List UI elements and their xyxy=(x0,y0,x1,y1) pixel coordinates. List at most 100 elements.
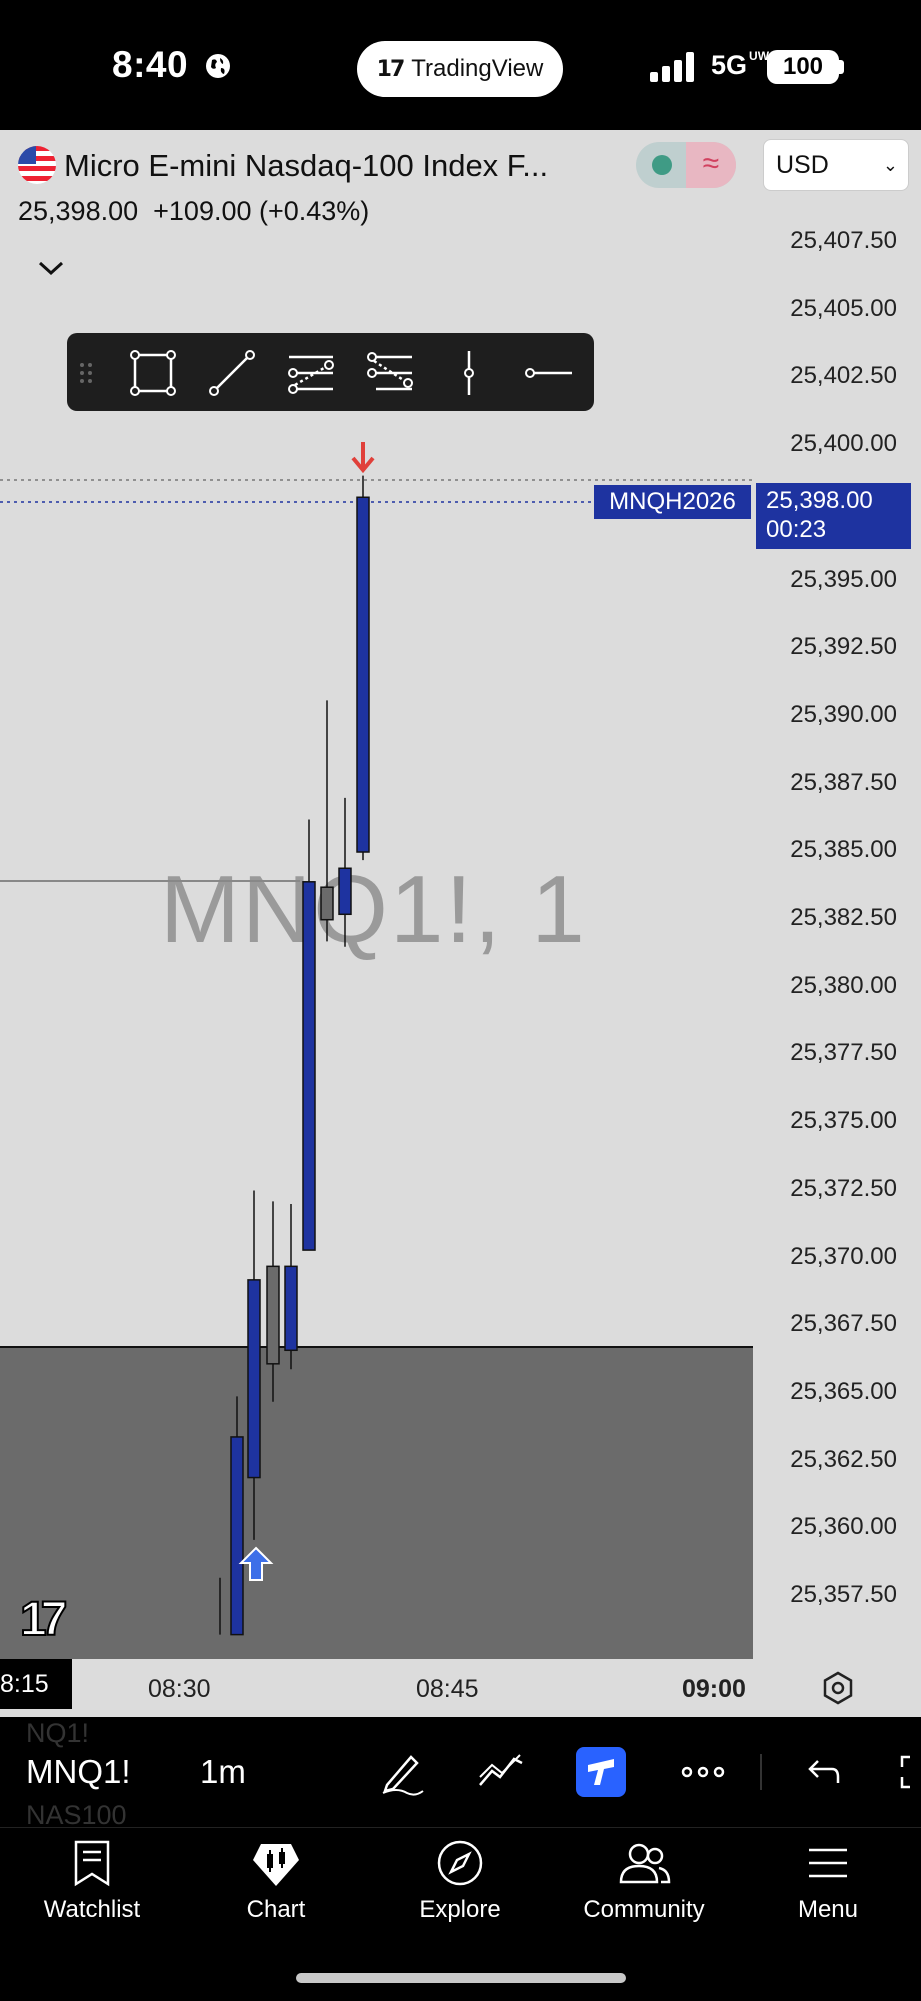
nav-label: Menu xyxy=(797,1896,859,1923)
horizontal-ray-icon[interactable] xyxy=(522,347,574,399)
nav-watchlist[interactable]: Watchlist xyxy=(2,1838,182,1924)
network-type: 5G UW xyxy=(711,49,770,81)
last-price: 25,398.00 xyxy=(18,196,139,226)
price-tick: 25,402.50 xyxy=(790,362,897,390)
candle-body xyxy=(230,1436,244,1636)
price-tick: 25,365.00 xyxy=(790,1377,897,1405)
price-tick: 25,370.00 xyxy=(790,1242,897,1270)
fullscreen-icon[interactable] xyxy=(896,1747,921,1797)
home-indicator xyxy=(296,1973,626,1983)
price-tick: 25,392.50 xyxy=(790,633,897,661)
nav-explore[interactable]: Explore xyxy=(370,1838,550,1924)
candles xyxy=(219,475,370,1636)
contract-price-label: MNQH2026 xyxy=(594,485,751,519)
app-pill-label: TradingView xyxy=(411,55,544,82)
quote-line: 25,398.00 +109.00 (+0.43%) xyxy=(18,196,369,227)
price-tick: 25,375.00 xyxy=(790,1107,897,1135)
clock: 8:40 xyxy=(112,44,189,85)
candle-body xyxy=(320,886,334,921)
network-label: 5G xyxy=(711,50,748,80)
current-price-label: 25,398.00 00:23 xyxy=(756,483,911,549)
currency-value: USD xyxy=(776,151,829,179)
price-tick: 25,407.50 xyxy=(790,227,897,254)
market-status-pill[interactable]: ≈ xyxy=(636,142,736,188)
price-tick: 25,405.00 xyxy=(790,294,897,322)
price-tick: 25,390.00 xyxy=(790,700,897,728)
battery-indicator: 100 xyxy=(767,50,839,84)
ghost-symbol-above: NQ1! xyxy=(26,1718,90,1748)
sell-arrow-icon xyxy=(351,442,375,474)
tradingview-logo-icon: 𝟭𝟳 xyxy=(376,56,406,81)
menu-icon xyxy=(809,1848,847,1878)
price-tick: 25,372.50 xyxy=(790,1174,897,1202)
long-position-icon[interactable] xyxy=(285,347,337,399)
candle-body xyxy=(356,496,370,853)
battery-tip xyxy=(839,60,844,74)
price-tick: 25,377.50 xyxy=(790,1039,897,1067)
short-position-icon[interactable] xyxy=(364,347,416,399)
symbol-title[interactable]: Micro E-mini Nasdaq-100 Index F... xyxy=(64,148,548,184)
chevron-down-icon: ⌄ xyxy=(882,155,898,175)
network-sub-label: UW xyxy=(749,49,770,63)
us-flag-icon xyxy=(18,146,56,184)
current-price: 25,398.00 xyxy=(766,487,873,514)
currency-select[interactable]: USD ⌄ xyxy=(763,139,909,191)
price-tick: 25,395.00 xyxy=(790,565,897,593)
candle-body xyxy=(284,1265,298,1352)
community-icon xyxy=(619,1843,671,1884)
undo-icon[interactable] xyxy=(796,1747,846,1797)
market-open-dot xyxy=(652,155,672,175)
price-tick: 25,387.50 xyxy=(790,768,897,796)
pencil-icon[interactable] xyxy=(377,1747,427,1797)
price-change: +109.00 (+0.43%) xyxy=(153,196,370,226)
chart-icon xyxy=(253,1844,299,1886)
nav-menu[interactable]: Menu xyxy=(738,1838,918,1924)
globe-icon xyxy=(206,54,230,78)
indicators-icon[interactable] xyxy=(476,1747,526,1797)
delayed-data-icon: ≈ xyxy=(686,142,736,188)
nav-label: Community xyxy=(583,1896,705,1923)
price-tick: 25,385.00 xyxy=(790,836,897,864)
time-tick: 08:45 xyxy=(416,1675,479,1703)
price-tick: 25,400.00 xyxy=(790,430,897,458)
candle-body xyxy=(338,867,352,916)
symbol-button[interactable]: MNQ1! xyxy=(26,1753,131,1791)
watchlist-icon xyxy=(74,1840,110,1887)
nav-label: Watchlist xyxy=(43,1896,141,1923)
time-tick: 09:00 xyxy=(682,1675,746,1703)
crosshair-time-label: 8:15 xyxy=(0,1659,72,1709)
trend-line-icon[interactable] xyxy=(206,347,258,399)
nav-label: Chart xyxy=(246,1896,306,1923)
price-tick: 25,380.00 xyxy=(790,971,897,999)
tradingview-logo-icon: 17 xyxy=(19,1592,68,1647)
nav-label: Explore xyxy=(419,1896,501,1923)
chevron-down-icon[interactable] xyxy=(36,258,66,278)
price-tick: 25,362.50 xyxy=(790,1445,897,1473)
drawing-toolbar xyxy=(67,333,594,411)
tradingview-tools-icon[interactable] xyxy=(576,1747,626,1797)
tradingview-pill[interactable]: 𝟭𝟳 TradingView xyxy=(357,41,563,97)
nav-community[interactable]: Community xyxy=(554,1838,734,1924)
bar-countdown: 00:23 xyxy=(766,516,827,543)
nav-chart[interactable]: Chart xyxy=(186,1838,366,1924)
buy-arrow-icon xyxy=(238,1546,274,1581)
interval-button[interactable]: 1m xyxy=(200,1753,246,1791)
more-icon[interactable] xyxy=(678,1747,728,1797)
toolbar-divider xyxy=(760,1754,762,1790)
price-tick: 25,382.50 xyxy=(790,904,897,931)
settings-icon[interactable] xyxy=(820,1670,856,1706)
vertical-line-icon[interactable] xyxy=(443,347,495,399)
time-tick: 08:30 xyxy=(148,1675,211,1703)
compass-icon xyxy=(437,1840,483,1886)
rectangle-icon[interactable] xyxy=(127,347,179,399)
candle-body xyxy=(247,1279,261,1479)
signal-icon xyxy=(650,52,694,82)
time-axis[interactable]: 08:30 08:45 09:00 xyxy=(0,1659,921,1717)
drag-handle-icon[interactable] xyxy=(75,347,99,399)
chart-toolbar xyxy=(0,1717,921,1827)
candle-body xyxy=(302,881,316,1251)
price-tick: 25,367.50 xyxy=(790,1310,897,1338)
price-tick: 25,360.00 xyxy=(790,1513,897,1541)
candle-body xyxy=(266,1265,280,1365)
price-tick: 25,357.50 xyxy=(790,1581,897,1608)
